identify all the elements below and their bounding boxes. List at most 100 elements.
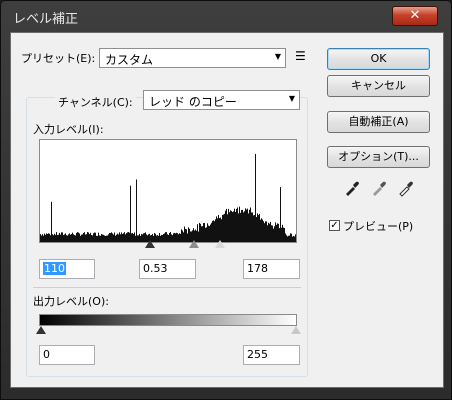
- histogram-bar: [55, 234, 56, 242]
- output-white-slider[interactable]: [291, 326, 301, 334]
- histogram-bar: [184, 226, 185, 242]
- histogram-bar: [249, 209, 250, 242]
- histogram-bar: [135, 235, 136, 242]
- histogram-bar: [270, 221, 271, 242]
- input-white-field[interactable]: 178: [243, 259, 300, 279]
- histogram-bar: [183, 232, 184, 242]
- histogram-bar: [222, 214, 223, 242]
- histogram-bar: [208, 225, 209, 242]
- histogram-bar: [247, 208, 248, 242]
- histogram-bar: [84, 232, 85, 242]
- histogram-bar: [103, 234, 104, 242]
- histogram-bar: [245, 208, 246, 242]
- input-white-slider[interactable]: [214, 240, 225, 248]
- window-title: レベル補正: [13, 12, 79, 27]
- histogram-bar: [199, 222, 200, 242]
- histogram-bar: [56, 232, 57, 242]
- histogram-bar: [156, 235, 157, 242]
- histogram-bar: [257, 213, 258, 242]
- histogram-bar: [42, 234, 43, 242]
- histogram-bar: [139, 233, 140, 242]
- histogram-bar: [216, 216, 217, 242]
- histogram-bar: [64, 234, 65, 242]
- options-button[interactable]: オプション(T)...: [327, 146, 430, 168]
- histogram-bar: [85, 234, 86, 242]
- histogram-bar: [274, 226, 275, 242]
- black-eyedropper-icon[interactable]: [343, 179, 361, 197]
- histogram-bar: [142, 234, 143, 242]
- histogram-bar: [96, 235, 97, 242]
- histogram-bar: [124, 232, 125, 242]
- histogram-bar: [52, 234, 53, 242]
- histogram-bar: [172, 235, 173, 242]
- histogram-bar: [237, 207, 238, 242]
- histogram-bar: [164, 233, 165, 242]
- histogram-bar: [242, 209, 243, 242]
- output-black-slider[interactable]: [36, 326, 46, 334]
- histogram-bar: [166, 232, 167, 242]
- gray-eyedropper-icon[interactable]: [370, 179, 388, 197]
- histogram-bar: [89, 234, 90, 242]
- histogram-bar: [204, 223, 205, 242]
- histogram-bar: [97, 235, 98, 242]
- cancel-button[interactable]: キャンセル: [327, 75, 430, 97]
- histogram-bar: [95, 232, 96, 242]
- preview-checkbox[interactable]: ✓: [329, 220, 340, 231]
- histogram-bar: [168, 235, 169, 242]
- histogram-bar: [132, 232, 133, 242]
- histogram-bar: [71, 234, 72, 242]
- white-eyedropper-icon[interactable]: [397, 179, 415, 197]
- output-white-field[interactable]: 255: [243, 345, 300, 365]
- histogram-bar: [295, 234, 296, 242]
- auto-button[interactable]: 自動補正(A): [327, 111, 430, 133]
- histogram-bar: [163, 233, 164, 242]
- preset-dropdown[interactable]: カスタム ▼: [99, 48, 286, 68]
- histogram-bar: [254, 214, 255, 242]
- histogram-bar: [214, 221, 215, 242]
- histogram-bar: [87, 232, 88, 242]
- chevron-down-icon: ▼: [288, 94, 295, 103]
- histogram-bar: [92, 235, 93, 242]
- histogram-bar: [256, 216, 257, 242]
- histogram-bar: [286, 235, 287, 242]
- histogram-bar: [173, 233, 174, 242]
- histogram-bar: [290, 233, 291, 242]
- histogram-bar: [219, 218, 220, 242]
- histogram-bar: [138, 235, 139, 242]
- histogram-bars: [40, 153, 296, 242]
- histogram-bar: [41, 235, 42, 242]
- preset-menu-icon[interactable]: ☰: [295, 49, 306, 63]
- output-black-field[interactable]: 0: [39, 345, 95, 365]
- histogram-bar: [106, 235, 107, 242]
- input-gamma-field[interactable]: 0.53: [139, 259, 196, 279]
- histogram-bar: [110, 233, 111, 242]
- output-levels-label: 出力レベル(O):: [33, 295, 109, 308]
- histogram-bar: [263, 221, 264, 242]
- histogram-bar: [179, 233, 180, 242]
- input-black-slider[interactable]: [144, 240, 155, 248]
- histogram-bar: [107, 235, 108, 242]
- title-bar[interactable]: レベル補正 ✕: [1, 1, 451, 31]
- histogram-bar: [143, 233, 144, 242]
- histogram-bar: [117, 233, 118, 242]
- histogram-bar: [128, 232, 129, 242]
- ok-button[interactable]: OK: [327, 48, 430, 70]
- histogram-bar: [175, 233, 176, 242]
- histogram-bar: [88, 232, 89, 242]
- histogram-bar: [271, 225, 272, 242]
- histogram-bar: [170, 232, 171, 242]
- input-gamma-slider[interactable]: [188, 240, 199, 248]
- histogram-bar: [83, 233, 84, 242]
- histogram-bar: [223, 214, 224, 242]
- close-button[interactable]: ✕: [392, 6, 438, 26]
- channel-dropdown[interactable]: レッド のコピー ▼: [143, 90, 300, 110]
- histogram-bar: [49, 233, 50, 242]
- histogram-bar: [218, 214, 219, 242]
- input-black-field[interactable]: 110: [39, 259, 95, 279]
- histogram-bar: [127, 232, 128, 242]
- histogram-bar: [98, 232, 99, 242]
- histogram: [39, 139, 297, 243]
- histogram-bar: [82, 234, 83, 242]
- histogram-bar: [244, 211, 245, 242]
- histogram-bar: [86, 234, 87, 242]
